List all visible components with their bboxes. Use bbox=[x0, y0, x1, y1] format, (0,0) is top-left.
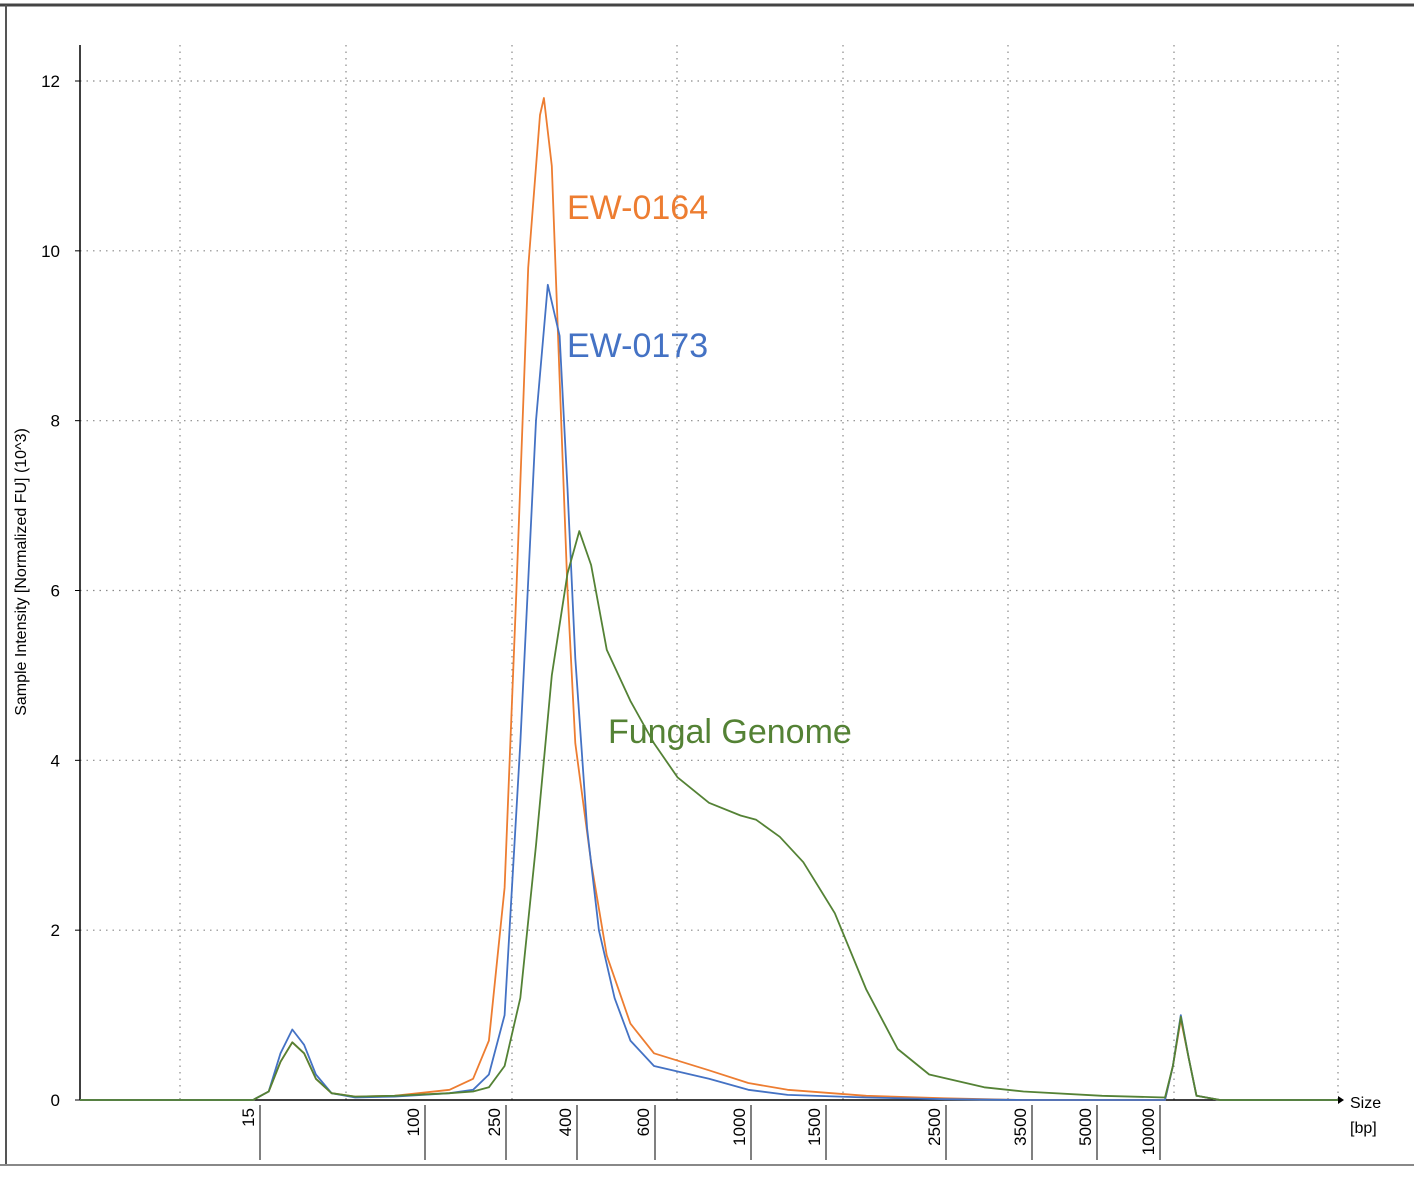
y-tick-label: 4 bbox=[51, 751, 60, 770]
series-line-ew-0164 bbox=[80, 97, 1338, 1101]
x-tick-label: 2500 bbox=[925, 1108, 944, 1146]
annotation-fungal-genome: Fungal Genome bbox=[608, 713, 852, 751]
x-axis-label: Size bbox=[1350, 1095, 1381, 1112]
x-tick-label: 1500 bbox=[805, 1108, 824, 1146]
annotation-ew-0164: EW-0164 bbox=[567, 189, 708, 227]
y-tick-label: 12 bbox=[41, 72, 60, 91]
series-line-fungal-genome bbox=[80, 530, 1338, 1101]
x-tick-label: 15 bbox=[239, 1108, 258, 1127]
y-tick-label: 6 bbox=[51, 582, 60, 601]
y-tick-label: 2 bbox=[51, 921, 60, 940]
series-lines bbox=[80, 97, 1338, 1101]
x-tick-label: 10000 bbox=[1139, 1108, 1158, 1155]
x-tick-label: 600 bbox=[634, 1108, 653, 1136]
x-tick-label: 250 bbox=[485, 1108, 504, 1136]
y-tick-label: 10 bbox=[41, 242, 60, 261]
x-tick-label: 1000 bbox=[730, 1108, 749, 1146]
x-axis-ticks: 15 100 250 400 600 1000 1500 2500 3500 5000 10000 bbox=[239, 1105, 1161, 1160]
grid-lines bbox=[80, 45, 1339, 1100]
x-axis-unit: [bp] bbox=[1350, 1120, 1377, 1137]
x-tick-label: 3500 bbox=[1011, 1108, 1030, 1146]
x-tick-label: 100 bbox=[404, 1108, 423, 1136]
y-axis-label: Sample Intensity [Normalized FU] (10^3) bbox=[13, 428, 30, 716]
axes bbox=[79, 45, 1344, 1104]
x-axis-arrow bbox=[1338, 1096, 1344, 1104]
y-tick-label: 0 bbox=[51, 1091, 60, 1110]
y-tick-label: 8 bbox=[51, 412, 60, 431]
annotation-ew-0173: EW-0173 bbox=[567, 327, 708, 365]
electropherogram-chart: 0 2 4 6 8 10 12 15 100 250 400 600 1000 1500 2500 3500… bbox=[0, 3, 1414, 1166]
y-axis-ticks: 0 2 4 6 8 10 12 bbox=[41, 72, 80, 1110]
x-tick-label: 5000 bbox=[1076, 1108, 1095, 1146]
series-line-ew-0173 bbox=[80, 283, 1338, 1101]
x-tick-label: 400 bbox=[556, 1108, 575, 1136]
